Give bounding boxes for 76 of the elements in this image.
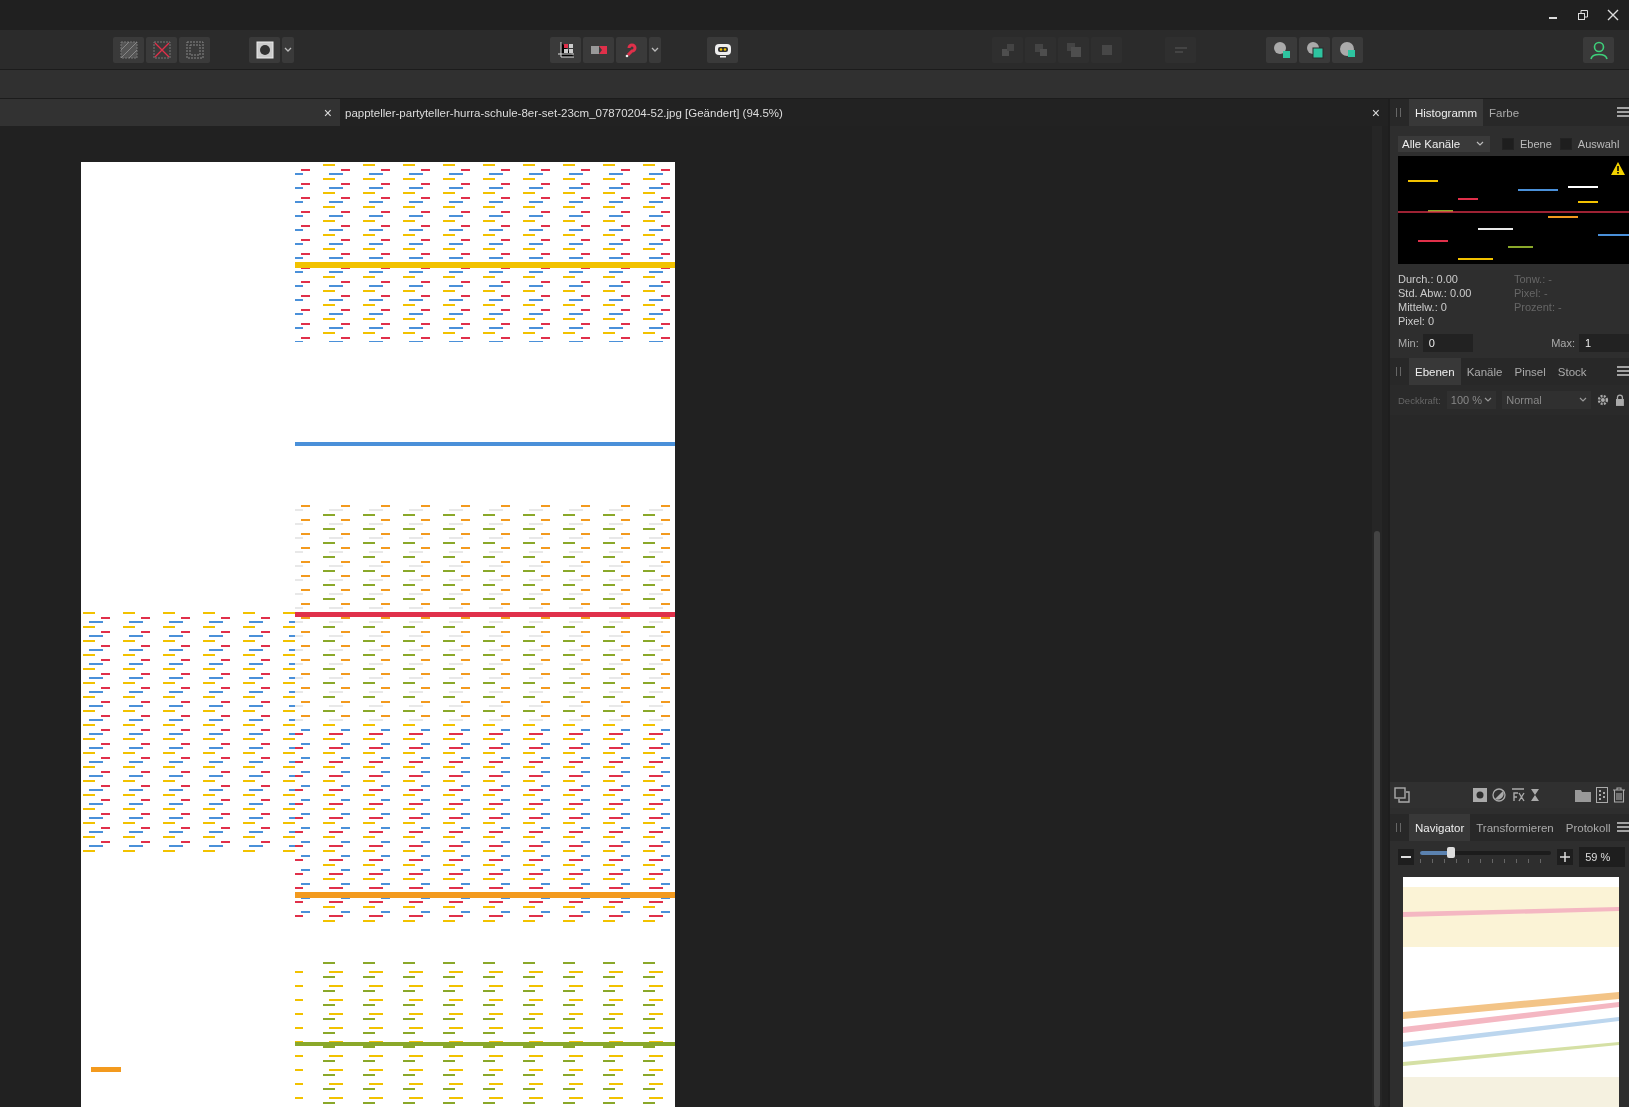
- toolbar-button[interactable]: [707, 36, 738, 63]
- max-label: Max:: [1551, 337, 1575, 349]
- close-icon: [1607, 9, 1619, 21]
- caret-icon: [1476, 141, 1484, 147]
- circle-square-icon: [1305, 40, 1324, 59]
- lock-icon[interactable]: [1615, 394, 1625, 406]
- crossed-square-icon: [152, 40, 171, 59]
- toolbar-button[interactable]: [583, 36, 614, 63]
- checkbox-label: Ebene: [1520, 138, 1552, 150]
- document-tab[interactable]: ×: [0, 99, 340, 126]
- statistic: Mittelw.: 0: [1398, 300, 1448, 314]
- user-icon: [1588, 39, 1609, 60]
- toolbar-button[interactable]: [1583, 36, 1614, 63]
- panel-tab[interactable]: Protokoll: [1559, 814, 1617, 841]
- document-tab[interactable]: pappteller-partyteller-hurra-schule-8er-set-23cm_07870204-52.jpg [Geändert] (94.5%) ×: [340, 99, 1388, 126]
- min-label: Min:: [1398, 337, 1419, 349]
- panel-tab[interactable]: Pinsel: [1508, 358, 1552, 385]
- dashed-square-icon: [185, 40, 204, 59]
- circle-square-icon: [1272, 40, 1291, 59]
- panel-tab[interactable]: Transformieren: [1470, 814, 1560, 841]
- warning-icon: [1611, 162, 1625, 175]
- settings-icon[interactable]: [1597, 394, 1610, 406]
- toolbar-button[interactable]: [550, 36, 581, 63]
- grid-icon: [556, 40, 575, 59]
- checkbox-label: Auswahl: [1577, 138, 1620, 150]
- statistic: Durch.: 0.00: [1398, 272, 1459, 286]
- mask-icon[interactable]: [1473, 788, 1487, 802]
- caret-icon: [284, 46, 292, 53]
- minus-icon: [1400, 856, 1411, 858]
- toolbar-button[interactable]: [1332, 36, 1363, 63]
- minimize-icon: [1549, 17, 1557, 19]
- menu-icon[interactable]: [1617, 822, 1629, 832]
- statistic: Std. Abw.: 0.00: [1398, 286, 1473, 300]
- statistic: Pixel: 0: [1398, 314, 1436, 328]
- zoom-slider[interactable]: [1419, 848, 1552, 866]
- close-tab-button[interactable]: ×: [323, 104, 332, 121]
- plus-icon: [1560, 852, 1571, 862]
- fx-icon[interactable]: [1511, 788, 1525, 802]
- restore-icon: [1577, 9, 1589, 21]
- circle-in-square-icon: [255, 40, 274, 59]
- layers-icon[interactable]: [1394, 787, 1410, 803]
- zoom-out-button[interactable]: [1398, 849, 1414, 865]
- toolbar-button[interactable]: [1299, 36, 1330, 63]
- trash-icon[interactable]: [1613, 787, 1625, 803]
- zoom-in-button[interactable]: [1557, 849, 1574, 865]
- min-field[interactable]: 0: [1422, 334, 1473, 352]
- checker-icon[interactable]: [1596, 787, 1608, 803]
- opacity-dropdown[interactable]: 100 %: [1446, 391, 1497, 409]
- channel-dropdown[interactable]: Alle Kanäle: [1398, 136, 1490, 152]
- hourglass-icon[interactable]: [1530, 788, 1540, 802]
- panel-tab[interactable]: Kanäle: [1460, 358, 1509, 385]
- panel-tab[interactable]: Farbe: [1483, 99, 1526, 126]
- statistic: Prozent: -: [1514, 300, 1563, 314]
- caret-icon: [651, 46, 659, 53]
- panel-tab[interactable]: Histogramm: [1409, 99, 1483, 126]
- half-circle-icon[interactable]: [1492, 788, 1506, 802]
- zoom-field[interactable]: 59 %: [1579, 847, 1625, 867]
- blend-mode-dropdown[interactable]: Normal: [1502, 391, 1592, 409]
- panel-tab[interactable]: Stock: [1551, 358, 1593, 385]
- toolbar-button[interactable]: [249, 36, 280, 63]
- stacked-squares-icon: [1064, 40, 1083, 59]
- caret-icon: [1484, 397, 1493, 403]
- menu-icon[interactable]: [1617, 366, 1629, 376]
- panel-tab[interactable]: Ebenen: [1409, 358, 1461, 385]
- panel-tab[interactable]: Navigator: [1409, 814, 1471, 841]
- document-title: pappteller-partyteller-hurra-schule-8er-set-23cm_07870204-52.jpg [Geändert] (94.5%): [345, 106, 783, 119]
- scrollbar[interactable]: [1372, 126, 1382, 1107]
- statistic: Pixel: -: [1514, 286, 1549, 300]
- caret-icon: [1579, 397, 1588, 403]
- max-field[interactable]: 1: [1579, 334, 1629, 352]
- close-tab-button[interactable]: ×: [1371, 104, 1380, 121]
- toolbar-button[interactable]: [1266, 36, 1297, 63]
- hatched-square-icon: [119, 40, 138, 59]
- statistic: Tonw.: -: [1514, 272, 1553, 286]
- folder-icon[interactable]: [1575, 788, 1591, 802]
- menu-icon[interactable]: [1617, 107, 1629, 117]
